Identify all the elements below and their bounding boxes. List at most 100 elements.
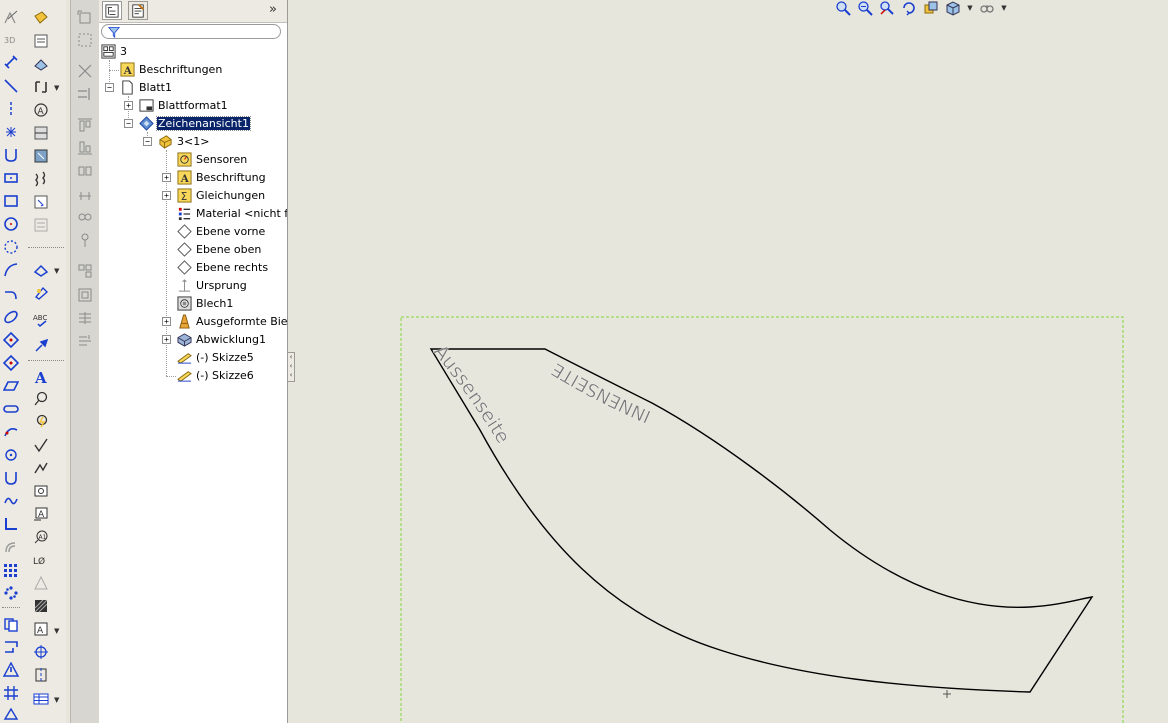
property-tab[interactable] xyxy=(128,1,148,20)
tree-root[interactable]: 3 xyxy=(100,43,128,60)
drawing-canvas[interactable]: Aussenseite INNENSEITE xyxy=(288,0,1168,723)
arc-icon[interactable] xyxy=(2,261,20,279)
note-layout-icon[interactable] xyxy=(32,32,50,50)
tree-item-beschriftungen[interactable]: A Beschriftungen xyxy=(119,61,223,78)
expand-blattformat1-toggle[interactable]: + xyxy=(124,101,133,110)
slot-icon[interactable] xyxy=(2,400,20,418)
diamond-icon[interactable] xyxy=(2,354,20,372)
flat-pattern-outline[interactable] xyxy=(429,348,1094,693)
trim-icon[interactable] xyxy=(76,62,94,80)
centermark-icon[interactable] xyxy=(32,574,50,592)
repair-sketch-icon[interactable] xyxy=(2,704,20,722)
convert-entities-icon[interactable] xyxy=(2,146,20,164)
tree-item-ursprung[interactable]: Ursprung xyxy=(176,277,248,294)
move-entities-icon[interactable] xyxy=(2,615,20,633)
smart-dimension-icon[interactable] xyxy=(2,53,20,71)
format-painter-icon[interactable] xyxy=(32,337,50,355)
link-icon[interactable] xyxy=(76,208,94,226)
warning-icon[interactable] xyxy=(2,661,20,679)
ellipse-icon[interactable] xyxy=(2,308,20,326)
tangent-arc-icon[interactable] xyxy=(2,285,20,303)
grid-icon[interactable] xyxy=(2,684,20,702)
align-left-icon[interactable] xyxy=(76,9,94,27)
auto-balloon-icon[interactable] xyxy=(32,413,50,431)
perimeter-circle-icon[interactable] xyxy=(2,238,20,256)
section-view-icon[interactable] xyxy=(32,124,50,142)
dropdown-arrow-icon[interactable]: ▼ xyxy=(54,627,59,635)
surface-finish-icon[interactable] xyxy=(32,436,50,454)
extend-icon[interactable] xyxy=(76,85,94,103)
balloon-icon[interactable] xyxy=(32,390,50,408)
center-mark-icon[interactable] xyxy=(32,643,50,661)
feature-tree-tab[interactable] xyxy=(102,1,122,20)
expand-abwicklung1-toggle[interactable]: + xyxy=(162,335,171,344)
detail-view-icon[interactable] xyxy=(32,147,50,165)
align-bottom-icon[interactable] xyxy=(76,139,94,157)
align-top-icon[interactable] xyxy=(76,116,94,134)
tree-item-abwicklung1[interactable]: Abwicklung1 xyxy=(176,331,267,348)
weld-symbol-icon[interactable] xyxy=(32,459,50,477)
pattern-icon[interactable] xyxy=(2,561,20,579)
circle-icon[interactable] xyxy=(2,215,20,233)
align-horizontal-icon[interactable] xyxy=(76,162,94,180)
geometric-tolerance-icon[interactable]: LØ xyxy=(32,551,50,569)
expand-ausgeformte-biegung-toggle[interactable]: + xyxy=(162,317,171,326)
area-hatch-icon[interactable] xyxy=(32,597,50,615)
mirror-icon[interactable] xyxy=(2,638,20,656)
group-icon[interactable] xyxy=(76,262,94,280)
block-icon[interactable]: A xyxy=(32,620,50,638)
alternate-position-icon[interactable] xyxy=(32,216,50,234)
model-view-icon[interactable] xyxy=(32,55,50,73)
tree-item-ebene-rechts[interactable]: Ebene rechts xyxy=(176,259,269,276)
centerline-icon[interactable] xyxy=(2,100,20,118)
expand-gleichungen-toggle[interactable]: + xyxy=(162,191,171,200)
smart-dimension-icon[interactable] xyxy=(32,261,50,279)
crop-view-icon[interactable] xyxy=(32,193,50,211)
corner-rectangle-icon[interactable] xyxy=(2,192,20,210)
parallelogram-icon[interactable] xyxy=(2,377,20,395)
tree-item-ausgeformte-biegung[interactable]: Ausgeformte Biegu xyxy=(176,313,287,330)
line-icon[interactable] xyxy=(2,77,20,95)
tree-item-zeichenansicht1[interactable]: Zeichenansicht1 xyxy=(138,115,251,132)
model-items-icon[interactable] xyxy=(32,9,50,27)
spline-icon[interactable] xyxy=(2,423,20,441)
dropdown-arrow-icon[interactable]: ▼ xyxy=(54,267,59,275)
collapse-blatt1-toggle[interactable]: − xyxy=(105,83,114,92)
model-items-icon[interactable] xyxy=(32,284,50,302)
hole-callout-icon[interactable] xyxy=(32,482,50,500)
auxiliary-view-icon[interactable]: A xyxy=(32,101,50,119)
wave-icon[interactable] xyxy=(2,492,20,510)
u-shape-icon[interactable] xyxy=(2,469,20,487)
tree-item-gleichungen[interactable]: Σ Gleichungen xyxy=(176,187,266,204)
point-icon[interactable] xyxy=(2,123,20,141)
circular-pattern-icon[interactable] xyxy=(2,584,20,602)
tree-item-sensoren[interactable]: Sensoren xyxy=(176,151,248,168)
3d-sketch-icon[interactable]: 3D xyxy=(2,30,20,48)
align-grid-icon[interactable] xyxy=(76,31,94,49)
centerline-icon[interactable] xyxy=(32,666,50,684)
tree-item-blattformat1[interactable]: Blattformat1 xyxy=(138,97,229,114)
sketch-point-icon[interactable] xyxy=(2,446,20,464)
tree-item-material[interactable]: Material <nicht fes xyxy=(176,205,287,222)
tree-item-skizze5[interactable]: (-) Skizze5 xyxy=(176,349,255,366)
table-icon[interactable] xyxy=(32,690,50,708)
collapse-panel-button[interactable]: » xyxy=(269,2,277,17)
tree-item-ebene-vorne[interactable]: Ebene vorne xyxy=(176,223,266,240)
tree-item-skizze6[interactable]: (-) Skizze6 xyxy=(176,367,255,384)
tree-item-ebene-oben[interactable]: Ebene oben xyxy=(176,241,262,258)
note-icon[interactable]: A xyxy=(32,368,50,386)
tree-filter-input[interactable] xyxy=(101,24,281,39)
collapse-part-toggle[interactable]: − xyxy=(143,137,152,146)
datum-target-icon[interactable]: A1 xyxy=(32,528,50,546)
tree-item-beschriftung[interactable]: A Beschriftung xyxy=(176,169,267,186)
broken-view-icon[interactable] xyxy=(32,170,50,188)
spell-checker-icon[interactable]: ABC xyxy=(32,311,50,329)
tree-item-blatt1[interactable]: Blatt1 xyxy=(119,79,173,96)
ungroup-icon[interactable] xyxy=(76,286,94,304)
dropdown-arrow-icon[interactable]: ▼ xyxy=(54,84,59,92)
projected-view-icon[interactable] xyxy=(32,78,50,96)
space-evenly-icon[interactable] xyxy=(76,185,94,203)
rectangle-icon[interactable] xyxy=(2,169,20,187)
polygon-icon[interactable] xyxy=(2,331,20,349)
offset-icon[interactable] xyxy=(2,538,20,556)
